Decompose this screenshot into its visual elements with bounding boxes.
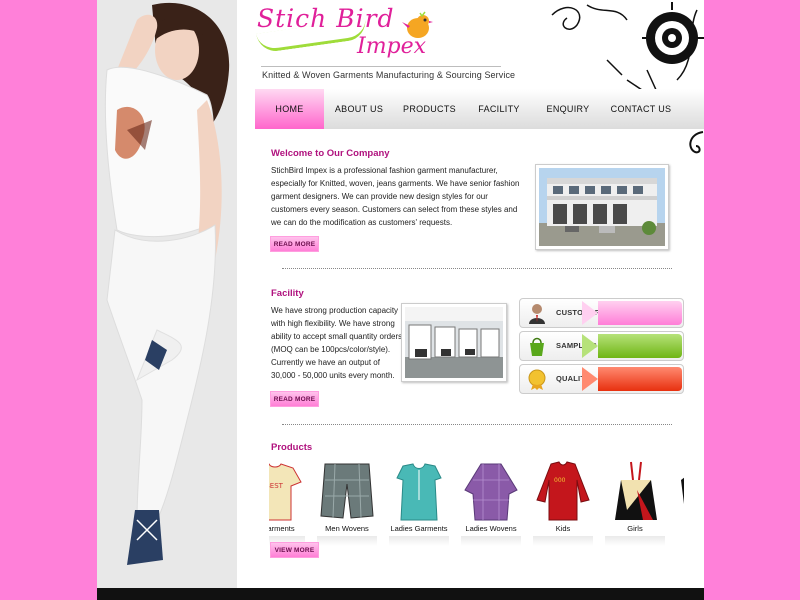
quality-badge-icon <box>528 369 546 390</box>
shorts-image <box>320 463 374 519</box>
quality-bar <box>598 367 682 391</box>
products-title: Products <box>271 442 313 453</box>
customer-arrow <box>582 301 598 325</box>
svg-text:BEST: BEST <box>269 482 284 490</box>
girls-dress-image <box>615 461 657 520</box>
products-view-more-button[interactable]: VIEW MORE <box>270 542 319 558</box>
fashion-model-image <box>97 0 237 600</box>
section-divider <box>282 424 672 425</box>
nav-home[interactable]: HOME <box>255 89 324 129</box>
reflection <box>461 536 521 546</box>
facility-read-more-button[interactable]: READ MORE <box>270 391 319 407</box>
nav-contact-us[interactable]: CONTACT US <box>603 89 679 129</box>
reflection <box>389 536 449 546</box>
nav-about-us[interactable]: ABOUT US <box>324 89 394 129</box>
welcome-title: Welcome to Our Company <box>271 148 390 159</box>
facility-text: We have strong production capacity with … <box>271 306 403 380</box>
left-model-panel <box>97 0 237 600</box>
company-building-photo <box>535 164 669 250</box>
welcome-read-more-button[interactable]: READ MORE <box>270 236 319 252</box>
factory-interior-photo <box>401 303 507 382</box>
curl-ornament-icon <box>689 131 704 154</box>
customer-box[interactable]: CUSTOMER <box>519 298 684 328</box>
reflection <box>317 536 377 546</box>
sampling-box[interactable]: SAMPLING <box>519 331 684 361</box>
reflection <box>605 536 665 546</box>
reflection <box>533 536 593 546</box>
product-item[interactable]: Men Wovens <box>311 458 383 548</box>
tagline-divider <box>261 66 501 67</box>
footer-strip <box>97 588 704 600</box>
customer-bar <box>598 301 682 325</box>
sampling-bar <box>598 334 682 358</box>
floral-ornament <box>551 2 704 93</box>
product-item[interactable]: Ladies Garments <box>383 458 455 548</box>
t-shirt-image: BEST <box>269 463 302 521</box>
nav-products[interactable]: PRODUCTS <box>394 89 465 129</box>
customer-icon <box>529 304 545 324</box>
partial-garment-image <box>681 477 684 504</box>
product-item[interactable]: Ladies Wovens <box>455 458 527 548</box>
product-item[interactable]: BEST n Garments <box>269 458 311 548</box>
quality-arrow <box>582 367 598 391</box>
product-item[interactable]: Girls <box>599 458 671 548</box>
main-nav: HOME ABOUT US PRODUCTS FACILITY ENQUIRY … <box>255 89 704 129</box>
welcome-text: StichBird Impex is a professional fashio… <box>271 166 520 227</box>
product-caption: Kids <box>555 524 571 533</box>
main-content: Stich Bird Impex Knitted & Woven Garment… <box>237 0 704 600</box>
product-caption: Girls <box>627 524 643 533</box>
quality-box[interactable]: QUALITY <box>519 364 684 394</box>
facility-title: Facility <box>271 288 304 299</box>
product-caption: n Garments <box>269 524 295 533</box>
product-item[interactable]: 000 Kids <box>527 458 599 548</box>
product-caption: Ladies Wovens <box>465 524 517 533</box>
tagline: Knitted & Woven Garments Manufacturing &… <box>262 70 516 80</box>
svg-text:000: 000 <box>554 477 566 484</box>
site-logo[interactable]: Stich Bird Impex <box>256 4 457 68</box>
product-caption: Ladies Garments <box>390 524 448 533</box>
sampling-arrow <box>582 334 598 358</box>
bag-icon <box>530 337 544 356</box>
product-caption: Men Wovens <box>325 524 369 533</box>
kids-shirt-image: 000 <box>536 461 590 521</box>
ladies-top-image <box>396 463 442 521</box>
nav-facility[interactable]: FACILITY <box>465 89 533 129</box>
product-item-partial[interactable] <box>671 458 684 548</box>
section-divider <box>282 268 672 269</box>
nav-enquiry[interactable]: ENQUIRY <box>533 89 603 129</box>
page-frame: Stich Bird Impex Knitted & Woven Garment… <box>97 0 704 600</box>
bird-icon <box>402 11 433 38</box>
products-carousel: BEST n Garments Men Wovens Ladies Garmen… <box>269 458 684 548</box>
ladies-shirt-image <box>464 463 518 521</box>
logo-text-line1: Stich Bird <box>257 4 395 33</box>
